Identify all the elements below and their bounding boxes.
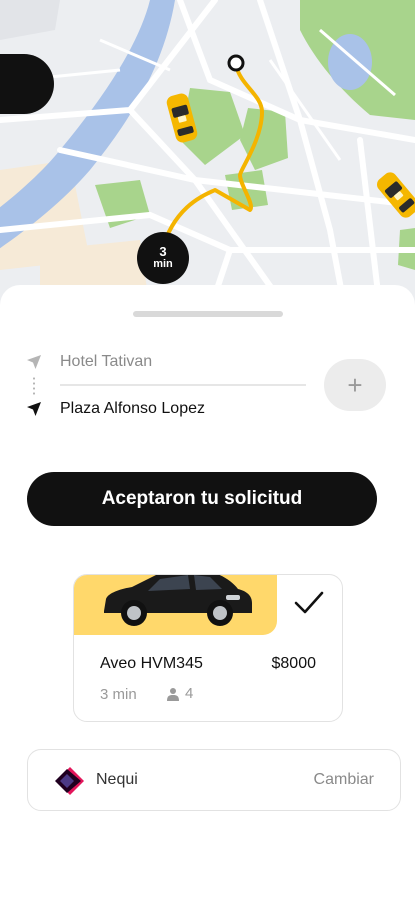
origin-row[interactable]: Hotel Tativan — [24, 352, 152, 372]
destination-arrow-icon — [24, 399, 44, 419]
change-payment-button[interactable]: Cambiar — [314, 771, 374, 789]
car-image — [104, 575, 252, 626]
check-icon — [294, 591, 324, 614]
route-dots — [33, 376, 35, 396]
origin-arrow-icon — [24, 352, 44, 372]
destination-row[interactable]: Plaza Alfonso Lopez — [24, 399, 205, 419]
map-view[interactable]: 3 min — [0, 0, 415, 310]
seats-info: 4 — [167, 685, 193, 702]
origin-text: Hotel Tativan — [60, 353, 153, 370]
seat-count: 4 — [185, 685, 194, 702]
ride-option-card[interactable]: Aveo HVM345 $8000 3 min 4 — [73, 574, 343, 722]
add-stop-button[interactable]: + — [324, 359, 386, 411]
drag-handle[interactable] — [133, 311, 283, 317]
route-section: Hotel Tativan Plaza Alfonso Lopez + — [24, 347, 394, 427]
eta-bubble: 3 min — [137, 232, 189, 284]
person-icon — [167, 687, 179, 701]
payment-method-row[interactable]: Nequi Cambiar — [27, 749, 401, 811]
plus-icon: + — [347, 369, 363, 400]
ride-price: $8000 — [271, 655, 317, 672]
ride-eta: 3 min — [100, 686, 137, 703]
status-message: Aceptaron tu solicitud — [101, 488, 303, 509]
route-divider — [60, 384, 306, 386]
payment-method-name: Nequi — [96, 771, 138, 788]
status-banner: Aceptaron tu solicitud — [27, 472, 377, 526]
eta-number: 3 — [159, 244, 167, 260]
destination-text: Plaza Alfonso Lopez — [60, 400, 205, 417]
vehicle-name: Aveo HVM345 — [100, 655, 203, 672]
nequi-logo-icon — [55, 767, 84, 795]
map-graphic — [0, 0, 415, 310]
bottom-sheet: Hotel Tativan Plaza Alfonso Lopez + Acep… — [0, 285, 415, 900]
eta-unit: min — [153, 258, 173, 271]
